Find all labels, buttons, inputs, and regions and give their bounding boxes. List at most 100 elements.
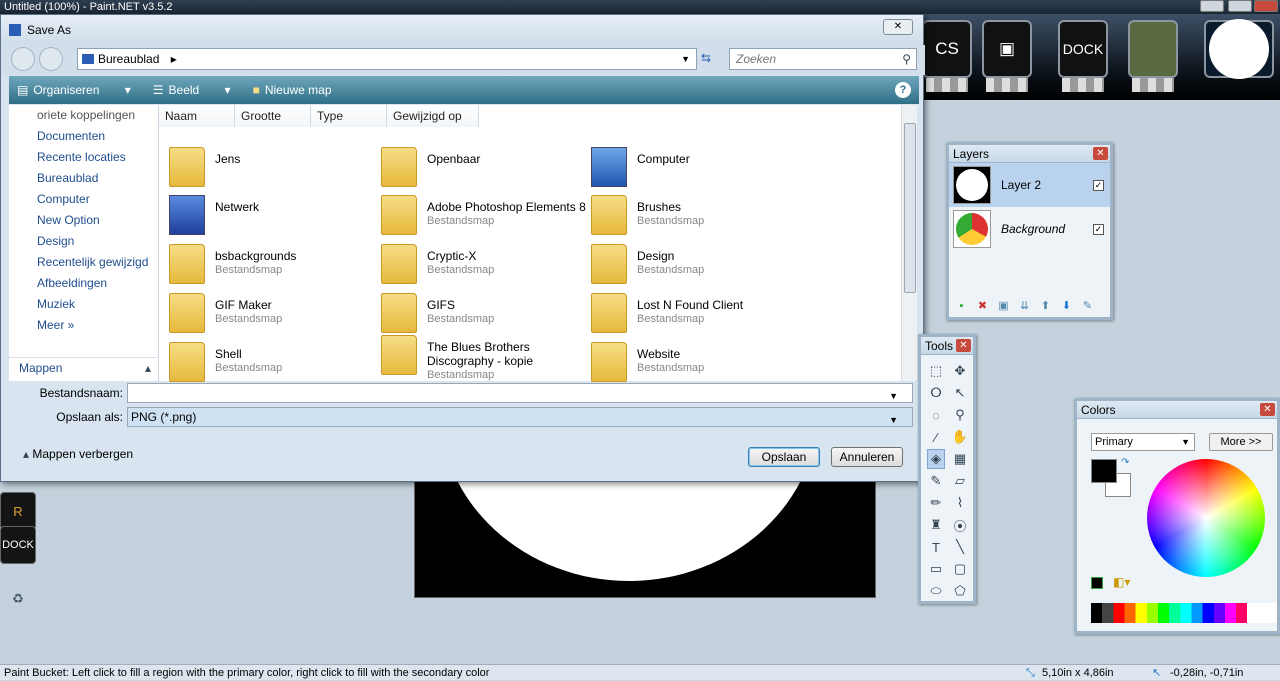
organize-button[interactable]: ▤ Organiseren ▾ xyxy=(17,83,131,97)
file-item-bsbackgrounds[interactable]: bsbackgrounds Bestandsmap xyxy=(159,240,359,286)
move-layer-down-icon[interactable]: ⬇ xyxy=(1060,300,1073,313)
layer-visibility-checkbox[interactable]: ✓ xyxy=(1093,223,1104,235)
layer-properties-icon[interactable]: ✎ xyxy=(1081,300,1094,313)
dock-tile-photo[interactable] xyxy=(1128,20,1178,92)
breadcrumb-arrow-icon[interactable]: ▸ xyxy=(171,52,177,66)
folders-toggle[interactable]: Mappen ▴ xyxy=(9,357,159,378)
rectangle-icon[interactable]: ▭ xyxy=(927,559,945,579)
clone-stamp-icon[interactable]: ♜ xyxy=(927,515,945,535)
nav-item-desktop[interactable]: Bureaublad xyxy=(9,168,158,189)
eraser-icon[interactable]: ▱ xyxy=(951,471,969,491)
column-header-size[interactable]: Grootte xyxy=(235,105,311,127)
nav-item-documents[interactable]: Documenten xyxy=(9,126,158,147)
image-canvas[interactable] xyxy=(414,470,876,598)
ellipse-select-icon[interactable]: ◌ xyxy=(927,405,945,425)
file-item-jens[interactable]: Jens xyxy=(159,143,359,189)
merge-layer-icon[interactable]: ⇊ xyxy=(1018,300,1031,313)
palette-menu-icon[interactable]: ◧▾ xyxy=(1113,575,1130,589)
dialog-close-button[interactable]: ✕ xyxy=(883,19,913,35)
paint-bucket-icon[interactable]: ◈ xyxy=(927,449,945,469)
nav-item-design[interactable]: Design xyxy=(9,231,158,252)
duplicate-layer-icon[interactable]: ▣ xyxy=(997,300,1010,313)
ellipse-icon[interactable]: ⬭ xyxy=(927,581,945,601)
color-wheel[interactable] xyxy=(1147,459,1265,577)
file-item-gifs[interactable]: GIFS Bestandsmap xyxy=(371,289,571,335)
minimize-button[interactable] xyxy=(1200,0,1224,12)
back-button[interactable] xyxy=(11,47,35,71)
address-field[interactable]: Bureaublad ▸ ▼ xyxy=(77,48,697,70)
cancel-button[interactable]: Annuleren xyxy=(831,447,903,467)
chevron-down-icon[interactable]: ▼ xyxy=(681,49,690,69)
nav-item-computer[interactable]: Computer xyxy=(9,189,158,210)
pencil-icon[interactable]: ✏ xyxy=(927,493,945,513)
dock-tile-cs[interactable]: CS xyxy=(922,20,972,92)
color-mode-select[interactable]: Primary ▼ xyxy=(1091,433,1195,451)
rounded-rectangle-icon[interactable]: ▢ xyxy=(951,559,969,579)
view-button[interactable]: ☰ Beeld ▾ xyxy=(153,83,231,97)
chevron-down-icon[interactable]: ▼ xyxy=(889,411,898,429)
nav-item-music[interactable]: Muziek xyxy=(9,294,158,315)
file-item-design[interactable]: Design Bestandsmap xyxy=(581,240,781,286)
refresh-icon[interactable]: ⇆ xyxy=(701,51,711,65)
column-header-modified[interactable]: Gewijzigd op xyxy=(387,105,479,127)
more-colors-button[interactable]: More >> xyxy=(1209,433,1273,451)
move-pixels-icon[interactable]: ↖ xyxy=(951,383,969,403)
move-layer-up-icon[interactable]: ⬆ xyxy=(1039,300,1052,313)
savetype-select[interactable]: PNG (*.png) ▼ xyxy=(127,407,913,427)
dock-tile-circle[interactable] xyxy=(1204,19,1274,79)
column-header-name[interactable]: Naam xyxy=(159,105,235,127)
search-input[interactable]: Zoeken ⚲ xyxy=(729,48,917,70)
nav-item-pictures[interactable]: Afbeeldingen xyxy=(9,273,158,294)
nav-item-new-option[interactable]: New Option xyxy=(9,210,158,231)
recycle-bin-icon[interactable]: ♻ xyxy=(0,580,36,618)
zoom-icon[interactable]: ⚲ xyxy=(951,405,969,425)
color-palette[interactable] xyxy=(1091,603,1277,623)
layer-row[interactable]: Layer 2 ✓ xyxy=(949,163,1110,207)
close-button[interactable] xyxy=(1254,0,1278,12)
nav-item-recent-places[interactable]: Recente locaties xyxy=(9,147,158,168)
file-item-computer[interactable]: Computer xyxy=(581,143,781,189)
add-layer-icon[interactable]: ▪ xyxy=(955,300,968,313)
file-item-photoshop-elements[interactable]: Adobe Photoshop Elements 8 Bestandsmap xyxy=(371,191,586,237)
left-dock-r[interactable]: R xyxy=(0,492,36,530)
text-icon[interactable]: T xyxy=(927,537,945,557)
search-icon[interactable]: ⚲ xyxy=(902,49,911,69)
nav-item-more[interactable]: Meer » xyxy=(9,315,158,336)
layer-row[interactable]: Background ✓ xyxy=(949,207,1110,251)
file-item-brushes[interactable]: Brushes Bestandsmap xyxy=(581,191,781,237)
chevron-down-icon[interactable]: ▼ xyxy=(889,387,898,405)
close-icon[interactable]: ✕ xyxy=(1093,147,1108,160)
help-icon[interactable]: ? xyxy=(895,82,911,98)
file-list-scrollbar[interactable] xyxy=(901,105,917,381)
swap-colors-icon[interactable]: ↷ xyxy=(1121,457,1129,468)
nav-item-favorites[interactable]: oriete koppelingen xyxy=(9,105,158,126)
layer-visibility-checkbox[interactable]: ✓ xyxy=(1093,179,1104,191)
filename-input[interactable]: ▼ xyxy=(127,383,913,403)
nav-item-recently-changed[interactable]: Recentelijk gewijzigd xyxy=(9,252,158,273)
file-item-openbaar[interactable]: Openbaar xyxy=(371,143,571,189)
magic-wand-icon[interactable]: ⁄ xyxy=(927,427,945,447)
lasso-icon[interactable]: ⵔ xyxy=(927,383,945,403)
paintbrush-icon[interactable]: ✎ xyxy=(927,471,945,491)
rectangle-select-icon[interactable]: ⬚ xyxy=(927,361,945,381)
recolor-icon[interactable]: ⦿ xyxy=(951,515,969,535)
file-item-blues-brothers[interactable]: The Blues Brothers Discography - kopie Be… xyxy=(371,331,571,381)
close-icon[interactable]: ✕ xyxy=(956,339,971,352)
hide-folders-toggle[interactable]: ▴ Mappen verbergen xyxy=(23,447,133,461)
gradient-icon[interactable]: ▦ xyxy=(951,449,969,469)
file-item-netwerk[interactable]: Netwerk xyxy=(159,191,359,237)
dock-tile-monitor[interactable]: ▣ xyxy=(982,20,1032,92)
maximize-button[interactable] xyxy=(1228,0,1252,12)
scrollbar-thumb[interactable] xyxy=(904,123,916,293)
file-item-shell[interactable]: Shell Bestandsmap xyxy=(159,338,359,384)
primary-color-swatch[interactable] xyxy=(1091,459,1117,483)
forward-button[interactable] xyxy=(39,47,63,71)
save-button[interactable]: Opslaan xyxy=(748,447,820,467)
new-folder-button[interactable]: ■ Nieuwe map xyxy=(253,83,354,97)
file-item-cryptic-x[interactable]: Cryptic-X Bestandsmap xyxy=(371,240,571,286)
move-selection-icon[interactable]: ✥ xyxy=(951,361,969,381)
dock-tile-dock[interactable]: DOCK xyxy=(1058,20,1108,92)
column-header-type[interactable]: Type xyxy=(311,105,387,127)
freeform-shape-icon[interactable]: ⬠ xyxy=(951,581,969,601)
left-dock-dock[interactable]: DOCK xyxy=(0,526,36,564)
